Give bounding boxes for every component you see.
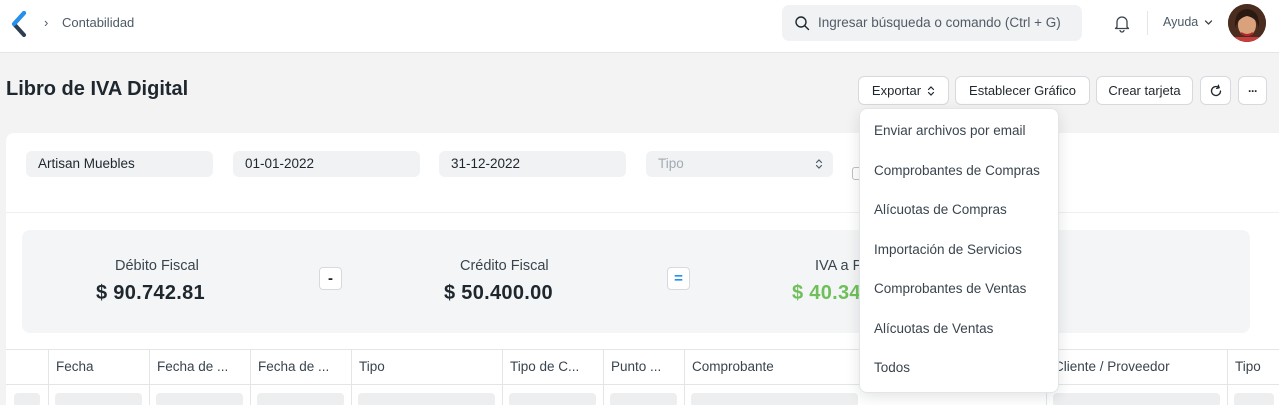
column-header[interactable]: Cliente / Proveedor: [1046, 350, 1227, 384]
bell-icon[interactable]: [1112, 13, 1132, 33]
type-filter[interactable]: Tipo: [646, 151, 833, 177]
help-menu[interactable]: Ayuda: [1163, 15, 1198, 29]
avatar-image: [1228, 4, 1266, 42]
minus-operator: -: [319, 267, 342, 290]
column-header[interactable]: Tipo: [351, 350, 502, 384]
company-filter[interactable]: Artisan Muebles: [26, 151, 213, 177]
breadcrumb-separator: ›: [44, 15, 49, 30]
loading-cell: [610, 393, 677, 405]
summary-panel: Débito Fiscal $ 90.742.81 - Crédito Fisc…: [22, 230, 1250, 333]
create-card-button[interactable]: Crear tarjeta: [1096, 76, 1193, 105]
result-value: $ 40.34: [792, 282, 861, 304]
page-title: Libro de IVA Digital: [6, 78, 189, 100]
debit-value: $ 90.742.81: [96, 282, 205, 304]
column-header[interactable]: Punto ...: [603, 350, 684, 384]
menu-item-email[interactable]: Enviar archivos por email: [860, 114, 1058, 150]
search-bar[interactable]: Ingresar búsqueda o comando (Ctrl + G): [782, 5, 1082, 41]
app-logo-icon[interactable]: [10, 11, 28, 37]
breadcrumb[interactable]: Contabilidad: [62, 15, 134, 30]
loading-cell: [358, 393, 495, 405]
search-icon: [795, 16, 810, 31]
column-divider: [684, 385, 685, 405]
row-index-header: [6, 350, 48, 384]
menu-item-purchase-rates[interactable]: Alícuotas de Compras: [860, 193, 1058, 229]
column-header[interactable]: Tipo: [1227, 350, 1279, 384]
reload-icon: [1210, 84, 1221, 96]
debit-label: Débito Fiscal: [115, 258, 199, 274]
type-filter-placeholder: Tipo: [658, 156, 684, 171]
column-header[interactable]: Tipo de C...: [502, 350, 603, 384]
loading-cell: [257, 393, 344, 405]
loading-cell: [156, 393, 243, 405]
loading-cell: [1234, 393, 1274, 405]
export-button[interactable]: Exportar: [858, 76, 949, 105]
table-header: Fecha Fecha de ... Fecha de ... Tipo Tip…: [6, 349, 1279, 385]
search-input[interactable]: Ingresar búsqueda o comando (Ctrl + G): [818, 15, 1061, 30]
column-divider: [149, 385, 150, 405]
column-divider: [502, 385, 503, 405]
column-divider: [351, 385, 352, 405]
report-card: Artisan Muebles 01-01-2022 31-12-2022 Ti…: [6, 133, 1279, 405]
column-header[interactable]: Fecha de ...: [149, 350, 250, 384]
export-dropdown-menu: Enviar archivos por email Comprobantes d…: [859, 108, 1059, 393]
result-label: IVA a P: [815, 258, 863, 274]
menu-item-all[interactable]: Todos: [860, 351, 1058, 387]
column-header[interactable]: Fecha: [48, 350, 149, 384]
loading-cell: [14, 393, 40, 405]
menu-item-sales-rates[interactable]: Alícuotas de Ventas: [860, 312, 1058, 348]
loading-cell: [509, 393, 596, 405]
loading-cell: [55, 393, 142, 405]
menu-item-sales-vouchers[interactable]: Comprobantes de Ventas: [860, 272, 1058, 308]
credit-label: Crédito Fiscal: [460, 258, 549, 274]
select-arrows-icon: [927, 85, 935, 96]
column-divider: [250, 385, 251, 405]
column-header[interactable]: Fecha de ...: [250, 350, 351, 384]
to-date-filter[interactable]: 31-12-2022: [439, 151, 626, 177]
navbar-divider: [1147, 11, 1148, 35]
menu-item-service-imports[interactable]: Importación de Servicios: [860, 233, 1058, 269]
menu-item-purchase-vouchers[interactable]: Comprobantes de Compras: [860, 154, 1058, 190]
more-icon: ···: [1248, 83, 1258, 98]
credit-value: $ 50.400.00: [444, 282, 553, 304]
set-chart-button[interactable]: Establecer Gráfico: [955, 76, 1090, 105]
column-divider: [48, 385, 49, 405]
loading-cell: [691, 393, 858, 405]
column-divider: [603, 385, 604, 405]
chevron-down-icon[interactable]: [1204, 18, 1213, 27]
reload-button[interactable]: [1200, 76, 1231, 105]
more-button[interactable]: ···: [1238, 76, 1267, 105]
avatar[interactable]: [1228, 4, 1266, 42]
column-divider: [1227, 385, 1228, 405]
navbar: › Contabilidad Ingresar búsqueda o coman…: [0, 0, 1279, 53]
column-header[interactable]: Comprobante: [684, 350, 865, 384]
from-date-filter[interactable]: 01-01-2022: [233, 151, 420, 177]
select-arrows-icon: [815, 159, 823, 169]
loading-cell: [1053, 393, 1220, 405]
export-button-label: Exportar: [871, 83, 922, 98]
filter-bar: Artisan Muebles 01-01-2022 31-12-2022 Ti…: [6, 133, 1279, 213]
table-row: [6, 385, 1279, 405]
equals-operator: =: [667, 267, 690, 290]
